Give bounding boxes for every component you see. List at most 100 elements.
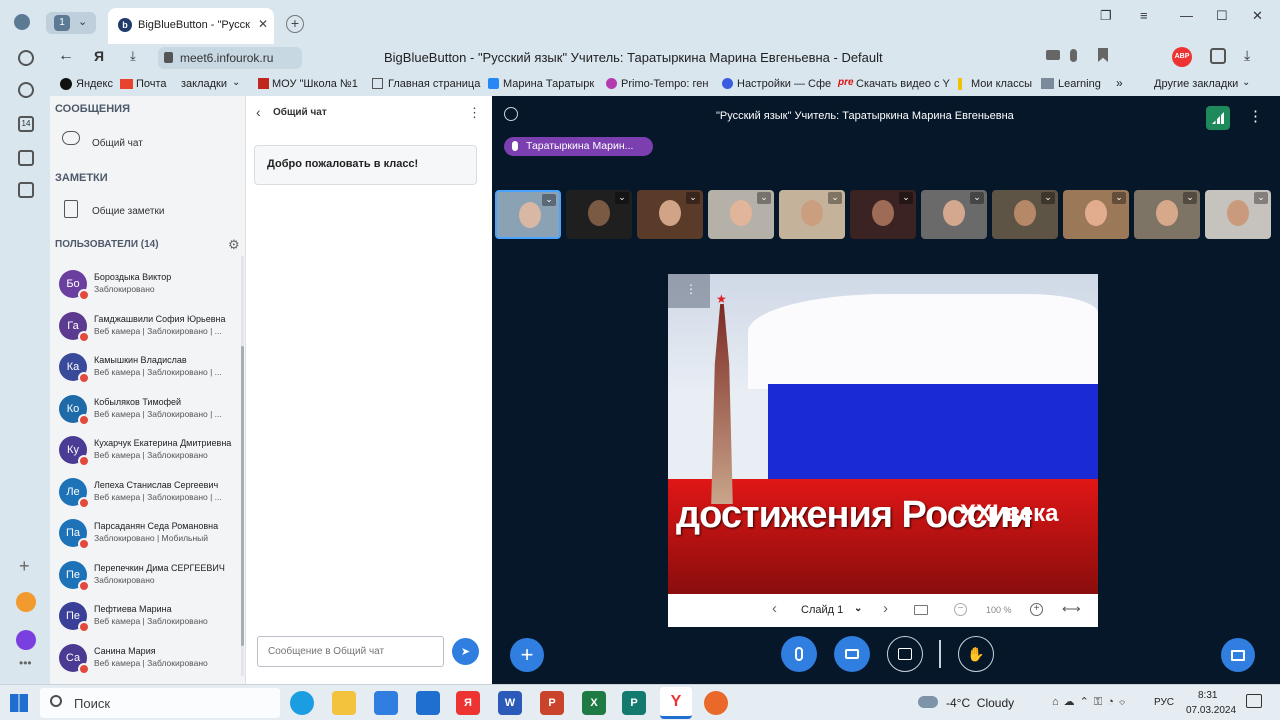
download-icon[interactable]: ⤓ [130,48,136,64]
user-list-item[interactable]: Па Парсаданян Седа Романовна Заблокировано… [50,519,240,559]
bookmark-folder[interactable]: закладки [181,78,227,90]
language-indicator[interactable]: РУС [1154,697,1174,708]
camera-icon[interactable] [18,150,34,166]
webcam-thumbnail[interactable]: ⌄ [708,190,774,239]
connection-status-button[interactable] [1206,106,1230,130]
webcam-thumbnail[interactable]: ⌄ [921,190,987,239]
user-list-item[interactable]: Ку Кухарчук Екатерина Дмитриевна Веб камер… [50,436,240,476]
tab-counter[interactable]: 1 ⌄ [46,12,96,34]
edge-icon[interactable] [290,691,314,715]
bookmark-mail[interactable]: Почта [136,78,167,90]
chevron-down-icon[interactable]: ⌄ [757,192,771,204]
url-pill[interactable]: meet6.infourok.ru [158,47,302,69]
collections-icon[interactable]: ❐ [1100,8,1112,24]
user-list-item[interactable]: Ко Кобыляков Тимофей Веб камера | Заблокир… [50,394,240,435]
menu-icon[interactable]: ≡ [1140,8,1148,23]
user-list-item[interactable]: Са Санина Мария Веб камера | Заблокировано [50,643,240,684]
user-list-item[interactable]: Пе Перепечкин Дима СЕРГЕЕВИЧ Заблокировано [50,560,240,601]
yandex-app-icon[interactable]: Я [456,691,480,715]
bookmark-other[interactable]: Другие закладки [1154,78,1238,90]
user-list-item[interactable]: Га Гамджашвили София Юрьевна Веб камера | … [50,311,240,352]
fit-width-icon[interactable]: ⟷ [1062,601,1081,617]
zoom-in-icon[interactable]: + [1030,603,1043,616]
overflow-icon[interactable]: » [1116,76,1123,90]
chevron-down-icon[interactable]: ⌄ [1183,192,1197,204]
bookmark-learning[interactable]: Learning [1058,78,1101,90]
chevron-down-icon[interactable]: ⌄ [542,194,556,206]
clock-date[interactable]: 07.03.2024 [1186,705,1236,716]
public-chat-item[interactable]: Общий чат [50,128,246,156]
back-icon[interactable]: ← [58,47,74,65]
zoom-out-icon[interactable]: − [954,603,967,616]
yandex-browser-icon[interactable]: Y [660,687,692,719]
bookmark-download-video[interactable]: Скачать видео с Y [856,78,950,90]
extension-icon[interactable] [1210,48,1226,64]
raise-hand-button[interactable]: ✋ [958,636,994,672]
history-icon[interactable] [18,50,34,66]
user-list-item[interactable]: Ка Камышкин Владислав Веб камера | Заблоки… [50,353,240,393]
chevron-down-icon[interactable]: ⌄ [1112,192,1126,204]
chevron-down-icon[interactable]: ⌄ [899,192,913,204]
bookmark-yandex[interactable]: Яндекс [76,78,113,90]
minimize-icon[interactable]: — [1180,8,1193,23]
word-icon[interactable]: W [498,691,522,715]
chevron-down-icon[interactable]: ⌄ [686,192,700,204]
new-tab-button[interactable]: + [286,15,304,33]
maximize-icon[interactable]: ☐ [1216,8,1228,24]
bookmark-school[interactable]: МОУ "Школа №1 [272,78,358,90]
calendar-icon[interactable]: 14 [18,116,34,132]
next-slide-icon[interactable]: › [883,600,888,617]
bookmark-settings[interactable]: Настройки — Сфе [737,78,831,90]
more-icon[interactable]: ••• [19,656,32,670]
add-icon[interactable]: + [19,556,30,577]
webcam-button[interactable] [834,636,870,672]
chevron-down-icon[interactable]: ⌄ [615,192,629,204]
chevron-down-icon[interactable]: ⌄ [970,192,984,204]
yandex-icon[interactable]: Я [94,48,104,64]
users-scrollbar[interactable] [241,256,244,676]
adblock-icon[interactable]: ABP [1172,47,1192,67]
shared-notes-item[interactable]: Общие заметки [50,198,246,226]
prev-slide-icon[interactable]: ‹ [772,600,777,617]
webcam-thumbnail[interactable]: ⌄ [566,190,632,239]
close-window-icon[interactable]: ✕ [1252,8,1263,24]
webcam-thumbnail[interactable]: ⌄ [495,190,561,239]
whiteboard-icon[interactable] [914,605,928,615]
alice-icon[interactable] [16,630,36,650]
tray-icons[interactable]: ⌂☁⌃⚿◔⌔ [1052,695,1130,709]
notification-icon[interactable] [1246,694,1262,708]
copy-icon[interactable] [18,182,34,198]
downloads-icon[interactable]: ⤓ [1244,47,1250,64]
send-button[interactable]: ➤ [452,638,479,665]
webcam-thumbnail[interactable]: ⌄ [992,190,1058,239]
webcam-thumbnail[interactable]: ⌄ [637,190,703,239]
taskbar-search[interactable]: Поиск [40,688,280,718]
chat-back-label[interactable]: Общий чат [273,107,327,118]
webcam-thumbnail[interactable]: ⌄ [1205,190,1271,239]
chevron-down-icon[interactable]: ⌄ [828,192,842,204]
store-icon[interactable] [374,691,398,715]
bookmark-main-page[interactable]: Главная страница [388,78,480,90]
bookmark-marina[interactable]: Марина Таратырк [503,78,594,90]
user-list-item[interactable]: Ле Лепеха Станислав Сергеевич Веб камера |… [50,477,240,518]
bookmark-icon[interactable] [1098,48,1108,62]
powerpoint-icon[interactable]: P [540,691,564,715]
bookmark-my-classes[interactable]: Мои классы [971,78,1032,90]
slide-select[interactable]: Слайд 1 [801,604,843,616]
mic-permission-icon[interactable] [1070,49,1077,62]
chevron-left-icon[interactable]: ‹ [256,104,261,120]
excel-icon[interactable]: X [582,691,606,715]
webcam-thumbnail[interactable]: ⌄ [850,190,916,239]
mascot-icon[interactable] [16,592,36,612]
clock-time[interactable]: 8:31 [1198,690,1217,701]
firefox-icon[interactable] [704,691,728,715]
bookmark-primo[interactable]: Primo-Tempo: ген [621,78,708,90]
gear-icon[interactable]: ⚙ [228,237,240,253]
mute-button[interactable] [781,636,817,672]
options-icon[interactable]: ⋮ [1248,107,1263,125]
chat-options-icon[interactable]: ⋮ [468,105,481,121]
user-list-item[interactable]: Бо Бороздыка Виктор Заблокировано [50,270,240,310]
chevron-down-icon[interactable]: ⌄ [1041,192,1055,204]
camera-permission-icon[interactable] [1046,50,1060,60]
file-explorer-icon[interactable] [332,691,356,715]
